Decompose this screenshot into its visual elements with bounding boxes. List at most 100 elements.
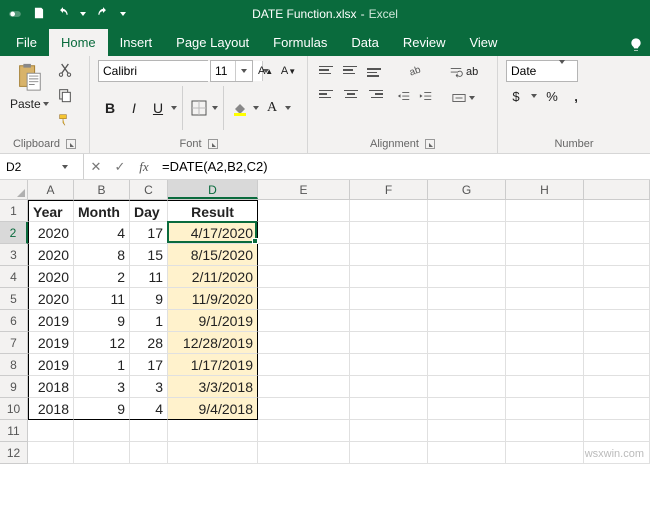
align-left-icon[interactable]	[316, 84, 338, 104]
cell[interactable]	[258, 442, 350, 464]
col-header-G[interactable]: G	[428, 180, 506, 199]
col-header-D[interactable]: D	[168, 180, 258, 199]
accounting-more-icon[interactable]	[530, 86, 538, 106]
cell[interactable]	[258, 354, 350, 376]
merge-center-button[interactable]	[444, 88, 483, 108]
tab-view[interactable]: View	[457, 29, 509, 56]
font-color-more-icon[interactable]	[284, 98, 292, 118]
select-all-button[interactable]	[0, 180, 28, 199]
undo-more-icon[interactable]	[80, 12, 86, 16]
underline-more-icon[interactable]	[170, 98, 178, 118]
cell[interactable]	[130, 420, 168, 442]
name-box-dropdown-icon[interactable]	[62, 165, 68, 169]
tab-page-layout[interactable]: Page Layout	[164, 29, 261, 56]
cell[interactable]: 4	[74, 222, 130, 244]
cell[interactable]: Result	[168, 200, 258, 222]
cell[interactable]: 2019	[28, 354, 74, 376]
cell[interactable]	[350, 310, 428, 332]
formula-input[interactable]	[156, 159, 650, 174]
cell[interactable]	[258, 376, 350, 398]
cell[interactable]	[506, 332, 584, 354]
alignment-dialog-launcher[interactable]	[425, 139, 435, 149]
cell[interactable]: 17	[130, 354, 168, 376]
cell[interactable]	[428, 244, 506, 266]
font-size-combo[interactable]	[210, 60, 253, 82]
cell[interactable]: 2020	[28, 266, 74, 288]
cell[interactable]	[428, 222, 506, 244]
autosave-toggle[interactable]	[8, 7, 22, 21]
cell[interactable]: 11	[74, 288, 130, 310]
col-header-F[interactable]: F	[350, 180, 428, 199]
row-header[interactable]: 1	[0, 200, 28, 222]
font-color-button[interactable]: A	[260, 97, 284, 119]
name-box[interactable]	[0, 154, 84, 179]
borders-button[interactable]	[187, 97, 211, 119]
cell[interactable]	[584, 376, 650, 398]
paste-button[interactable]: Paste	[10, 97, 49, 111]
tab-insert[interactable]: Insert	[108, 29, 165, 56]
cell[interactable]	[506, 354, 584, 376]
tab-review[interactable]: Review	[391, 29, 458, 56]
tab-formulas[interactable]: Formulas	[261, 29, 339, 56]
tell-me-icon[interactable]	[628, 37, 644, 56]
redo-icon[interactable]	[96, 6, 110, 23]
increase-font-icon[interactable]: A▲	[255, 61, 276, 81]
cell[interactable]	[350, 376, 428, 398]
undo-icon[interactable]	[56, 6, 70, 23]
wrap-text-button[interactable]: ab	[444, 62, 483, 82]
row-header[interactable]: 6	[0, 310, 28, 332]
cell[interactable]: 15	[130, 244, 168, 266]
fill-color-button[interactable]	[228, 97, 252, 119]
cell[interactable]	[350, 222, 428, 244]
cell[interactable]	[258, 332, 350, 354]
cell[interactable]: 9	[74, 398, 130, 420]
col-header-B[interactable]: B	[74, 180, 130, 199]
cell[interactable]	[584, 288, 650, 310]
cell[interactable]: 8	[74, 244, 130, 266]
cell[interactable]: 9/4/2018	[168, 398, 258, 420]
cell[interactable]	[506, 310, 584, 332]
cell[interactable]: Year	[28, 200, 74, 222]
cell[interactable]: Month	[74, 200, 130, 222]
cell[interactable]	[258, 398, 350, 420]
cell[interactable]	[584, 310, 650, 332]
font-name-combo[interactable]	[98, 60, 208, 82]
cell[interactable]	[74, 420, 130, 442]
cell[interactable]	[428, 376, 506, 398]
cell[interactable]	[350, 442, 428, 464]
cell[interactable]	[350, 244, 428, 266]
cell[interactable]	[350, 332, 428, 354]
font-size-dropdown-icon[interactable]	[235, 61, 251, 81]
decrease-indent-icon[interactable]	[394, 86, 414, 106]
cell[interactable]	[506, 420, 584, 442]
borders-more-icon[interactable]	[211, 98, 219, 118]
cell[interactable]: 4	[130, 398, 168, 420]
row-header[interactable]: 3	[0, 244, 28, 266]
cell[interactable]	[258, 222, 350, 244]
name-box-input[interactable]	[0, 160, 62, 174]
increase-indent-icon[interactable]	[416, 86, 436, 106]
cell[interactable]	[506, 376, 584, 398]
font-size-input[interactable]	[211, 61, 235, 81]
col-header-A[interactable]: A	[28, 180, 74, 199]
comma-format-icon[interactable]: ,	[566, 86, 586, 106]
cell[interactable]	[584, 332, 650, 354]
cell[interactable]	[506, 442, 584, 464]
cell[interactable]: 1	[130, 310, 168, 332]
underline-button[interactable]: U	[146, 97, 170, 119]
cell[interactable]	[428, 332, 506, 354]
col-header-C[interactable]: C	[130, 180, 168, 199]
col-header-E[interactable]: E	[258, 180, 350, 199]
cell[interactable]: 11/9/2020	[168, 288, 258, 310]
cell[interactable]: 2020	[28, 288, 74, 310]
cell[interactable]: 12/28/2019	[168, 332, 258, 354]
cell[interactable]	[258, 244, 350, 266]
cell[interactable]: 3	[74, 376, 130, 398]
cell[interactable]	[28, 442, 74, 464]
cell[interactable]: 17	[130, 222, 168, 244]
cell[interactable]	[168, 420, 258, 442]
cell[interactable]	[258, 200, 350, 222]
row-header[interactable]: 7	[0, 332, 28, 354]
col-header-H[interactable]: H	[506, 180, 584, 199]
cell[interactable]	[584, 398, 650, 420]
